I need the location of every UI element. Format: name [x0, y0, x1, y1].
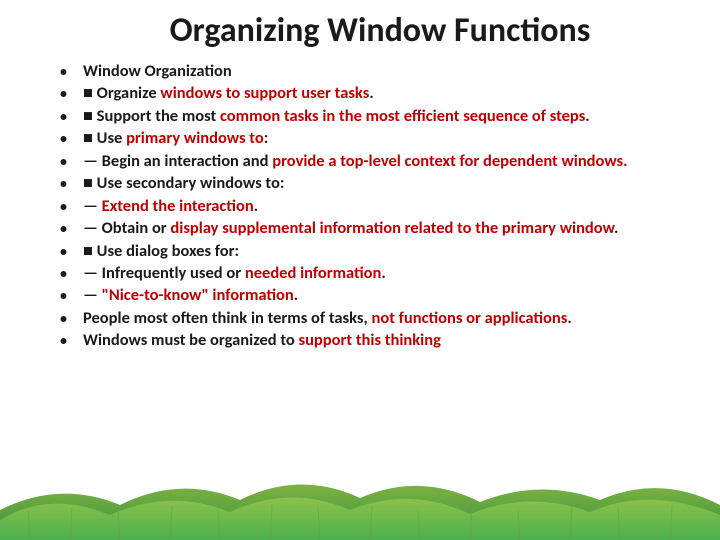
bullet-text: — Infrequently used or needed informatio… — [83, 263, 680, 284]
list-item: • — Begin an interaction and provide a to… — [60, 151, 680, 172]
list-item: • People most often think in terms of tas… — [60, 308, 680, 329]
bullet-marker: • — [60, 83, 67, 104]
slide-title: Organizing Window Functions — [40, 10, 680, 51]
slide: Organizing Window Functions • Window Orga… — [0, 0, 720, 540]
bullet-text: ■ Organize windows to support user tasks… — [83, 83, 680, 104]
bullet-list: • Window Organization • ■ Organize windows … — [40, 61, 680, 352]
bullet-text: — Begin an interaction and provide a top… — [83, 151, 680, 172]
list-item: • — "Nice-to-know" information. — [60, 285, 680, 306]
list-item: • ■ Use dialog boxes for: — [60, 241, 680, 262]
bullet-marker: • — [60, 263, 67, 284]
bullet-text: ■ Use primary windows to: — [83, 128, 680, 149]
bullet-marker: • — [60, 285, 67, 306]
bullet-marker: • — [60, 196, 67, 217]
grass-decoration — [0, 460, 720, 540]
bullet-text: ■ Support the most common tasks in the m… — [83, 106, 680, 127]
list-item: • Window Organization — [60, 61, 680, 82]
bullet-marker: • — [60, 173, 67, 194]
list-item: • Windows must be organized to support th… — [60, 330, 680, 351]
bullet-text: Windows must be organized to support thi… — [83, 330, 680, 351]
bullet-marker: • — [60, 330, 67, 351]
list-item: • ■ Use primary windows to: — [60, 128, 680, 149]
list-item: • ■ Use secondary windows to: — [60, 173, 680, 194]
bullet-text: Window Organization — [83, 61, 680, 82]
bullet-text: — "Nice-to-know" information. — [83, 285, 680, 306]
list-item: • ■ Organize windows to support user task… — [60, 83, 680, 104]
bullet-marker: • — [60, 128, 67, 149]
bullet-marker: • — [60, 106, 67, 127]
bullet-marker: • — [60, 218, 67, 239]
bullet-text: ■ Use secondary windows to: — [83, 173, 680, 194]
bullet-text: People most often think in terms of task… — [83, 308, 680, 329]
bullet-marker: • — [60, 241, 67, 262]
list-item: • ■ Support the most common tasks in the … — [60, 106, 680, 127]
bullet-text: — Extend the interaction. — [83, 196, 680, 217]
bullet-marker: • — [60, 61, 67, 82]
bullet-text: — Obtain or display supplemental informa… — [83, 218, 680, 239]
list-item: • — Infrequently used or needed informati… — [60, 263, 680, 284]
bullet-text: ■ Use dialog boxes for: — [83, 241, 680, 262]
list-item: • — Extend the interaction. — [60, 196, 680, 217]
bullet-marker: • — [60, 151, 67, 172]
bullet-marker: • — [60, 308, 67, 329]
list-item: • — Obtain or display supplemental inform… — [60, 218, 680, 239]
